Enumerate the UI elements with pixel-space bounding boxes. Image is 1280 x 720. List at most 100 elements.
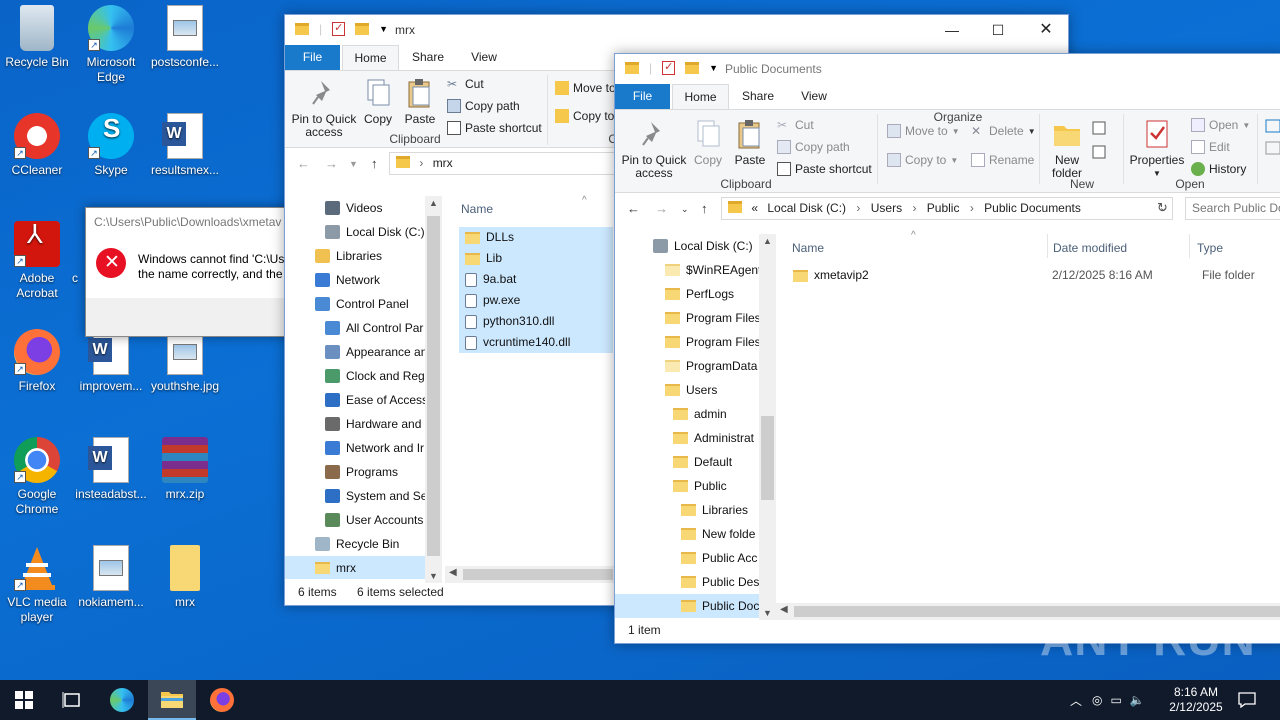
desktop-icon[interactable]: ⅄ ↗ Adobe Acrobat [0, 221, 74, 301]
new-folder-icon[interactable] [355, 23, 370, 35]
column-header-name[interactable]: Name [792, 241, 824, 255]
history-button[interactable]: History [1191, 162, 1246, 176]
nav-item[interactable]: Recycle Bin [285, 532, 425, 556]
scroll-left-icon[interactable]: ◀ [780, 604, 788, 615]
new-folder-icon[interactable] [685, 62, 700, 74]
forward-arrow-icon[interactable]: → [655, 201, 668, 216]
desktop-icon[interactable]: ↗ Firefox [0, 329, 74, 394]
nav-item[interactable]: mrx [285, 556, 425, 579]
scrollbar-thumb[interactable] [427, 216, 440, 556]
address-bar[interactable]: › mrx [389, 152, 619, 175]
nav-item[interactable]: Control Panel [285, 292, 425, 316]
task-view-button[interactable] [48, 680, 96, 720]
back-arrow-icon[interactable]: ← [297, 156, 310, 171]
recent-locations-icon[interactable]: ⌄ [681, 204, 689, 215]
nav-item[interactable]: New folde [615, 522, 759, 546]
nav-item[interactable]: Ease of Access [285, 388, 425, 412]
desktop-icon[interactable]: ↗ Microsoft Edge [74, 5, 148, 85]
address-bar[interactable]: « Local Disk (C:) › Users › Public › Pub… [721, 197, 1173, 220]
paste-button[interactable]: Paste [401, 77, 439, 126]
scroll-up-icon[interactable]: ▲ [763, 236, 772, 246]
copy-to-button[interactable]: Copy to ▼ [887, 153, 958, 167]
tab-file[interactable]: File [615, 84, 670, 109]
desktop-icon[interactable]: ↗ CCleaner [0, 113, 74, 178]
open-button[interactable]: Open ▼ [1191, 118, 1250, 132]
copy-to-button[interactable]: Copy to [555, 109, 614, 123]
properties-button[interactable]: Properties ▼ [1127, 118, 1187, 180]
move-to-button[interactable]: Move to [555, 81, 616, 95]
nav-item[interactable]: Network [285, 268, 425, 292]
cut-button[interactable]: ✂ Cut [777, 118, 814, 132]
file-row[interactable]: pw.exe [459, 290, 613, 311]
nav-item[interactable]: Clock and Regi [285, 364, 425, 388]
chevron-down-icon[interactable]: ▼ [709, 63, 718, 73]
scrollbar-thumb[interactable] [761, 416, 774, 500]
tab-share[interactable]: Share [403, 45, 453, 70]
nav-item[interactable]: Local Disk (C:) [615, 234, 759, 258]
edit-button[interactable]: Edit [1191, 140, 1230, 154]
breadcrumb-local-disk[interactable]: Local Disk (C:) [767, 201, 846, 215]
minimize-button[interactable]: — [929, 15, 975, 45]
breadcrumb-users[interactable]: Users [871, 201, 902, 215]
tab-home[interactable]: Home [342, 45, 399, 70]
tab-share[interactable]: Share [733, 84, 783, 109]
desktop-icon[interactable]: mrx.zip [148, 437, 222, 502]
nav-item[interactable]: Hardware and [285, 412, 425, 436]
nav-item[interactable]: Programs [285, 460, 425, 484]
column-header-name[interactable]: Name [461, 202, 493, 216]
properties-icon[interactable] [332, 21, 346, 36]
start-button[interactable] [0, 680, 48, 720]
maximize-button[interactable]: ☐ [975, 15, 1021, 45]
breadcrumb-public[interactable]: Public [927, 201, 960, 215]
desktop-icon[interactable]: S ↗ Skype [74, 113, 148, 178]
nav-item[interactable]: Videos [285, 196, 425, 220]
nav-item[interactable]: PerfLogs [615, 282, 759, 306]
copy-button[interactable]: Copy [361, 77, 395, 126]
file-row[interactable]: vcruntime140.dll [459, 332, 613, 353]
breadcrumb-overflow[interactable]: « [751, 201, 758, 215]
file-row[interactable]: Lib [459, 248, 613, 269]
paste-button[interactable]: Paste [731, 118, 769, 167]
nav-item[interactable]: Local Disk (C:) [285, 220, 425, 244]
desktop-icon[interactable]: Wresultsmex... [148, 113, 222, 178]
move-to-button[interactable]: Move to ▼ [887, 124, 960, 138]
scroll-up-icon[interactable]: ▲ [429, 198, 438, 208]
file-row[interactable]: DLLs [459, 227, 613, 248]
desktop-icon[interactable]: Wimprovem... [74, 329, 148, 394]
recent-locations-icon[interactable]: ▼ [349, 159, 358, 169]
nav-item[interactable]: $WinREAgent [615, 258, 759, 282]
copy-path-button[interactable]: Copy path [777, 140, 850, 154]
nav-item[interactable]: All Control Par [285, 316, 425, 340]
file-row[interactable]: python310.dll [459, 311, 613, 332]
nav-item[interactable]: Public Des [615, 570, 759, 594]
nav-item[interactable]: Default [615, 450, 759, 474]
cut-button[interactable]: ✂ Cut [447, 77, 484, 91]
nav-item[interactable]: Appearance an [285, 340, 425, 364]
clock[interactable]: 8:16 AM 2/12/2025 [1164, 680, 1228, 720]
nav-item[interactable]: ProgramData [615, 354, 759, 378]
scrollbar-thumb[interactable] [463, 569, 613, 580]
desktop-icon[interactable]: ↗ VLC media player [0, 545, 74, 625]
copy-path-button[interactable]: Copy path [447, 99, 520, 113]
nav-item[interactable]: System and Se [285, 484, 425, 508]
new-item-icon[interactable] [1091, 120, 1113, 160]
desktop-icon[interactable]: youthshe.jpg [148, 329, 222, 394]
network-icon[interactable]: ▭ [1111, 693, 1122, 707]
copy-button[interactable]: Copy [691, 118, 725, 167]
taskbar-firefox[interactable] [198, 680, 246, 720]
desktop-icon[interactable]: postsconfe... [148, 5, 222, 70]
column-header-date-modified[interactable]: Date modified [1053, 241, 1127, 255]
tab-file[interactable]: File [285, 45, 340, 70]
select-icon[interactable] [1265, 118, 1280, 168]
notifications-button[interactable] [1238, 680, 1256, 720]
pin-to-quick-access-button[interactable]: Pin to Quick access [289, 77, 359, 139]
desktop-icon[interactable]: mrx [148, 545, 222, 610]
nav-scrollbar[interactable]: ▲ ▼ [759, 234, 776, 620]
forward-arrow-icon[interactable]: → [325, 156, 338, 171]
breadcrumb-public-documents[interactable]: Public Documents [984, 201, 1081, 215]
chevron-down-icon[interactable]: ▼ [379, 24, 388, 34]
taskbar-edge[interactable] [98, 680, 146, 720]
nav-item[interactable]: Program Files [615, 306, 759, 330]
back-arrow-icon[interactable]: ← [627, 201, 640, 216]
delete-button[interactable]: ✕ Delete ▼ [971, 124, 1036, 138]
